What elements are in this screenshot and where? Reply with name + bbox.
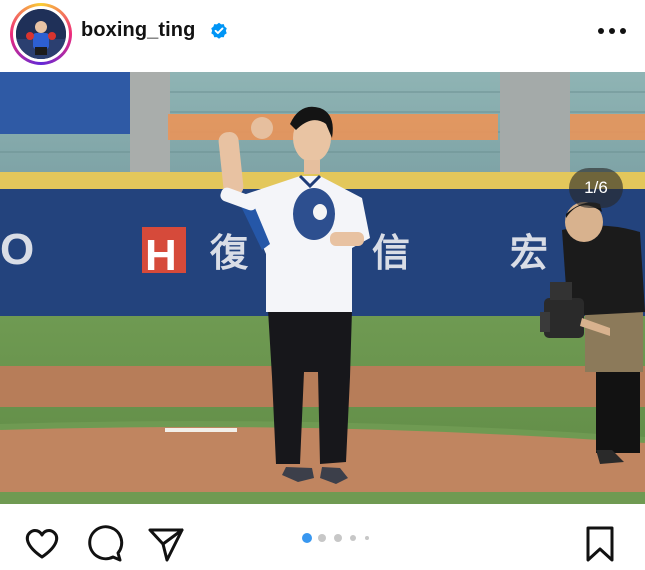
signage-brand-letter: H [145, 231, 177, 280]
username[interactable]: boxing_ting [81, 19, 195, 42]
carousel-dot[interactable] [350, 535, 356, 541]
post-photo: O H 復 信 宏 [0, 72, 645, 504]
post-image[interactable]: O H 復 信 宏 1/6 [0, 72, 645, 504]
heart-icon[interactable] [22, 524, 62, 564]
send-paper-plane-icon[interactable] [146, 524, 186, 564]
bookmark-icon[interactable] [580, 524, 620, 564]
post-header: boxing_ting [0, 0, 645, 72]
comment-bubble-icon[interactable] [84, 524, 124, 564]
signage-mid-text: 信 [372, 231, 410, 275]
signage-left-text: O [0, 225, 34, 274]
signage-brand-text: 復 [209, 231, 249, 275]
carousel-dot[interactable] [334, 534, 342, 542]
avatar-image [16, 9, 66, 59]
avatar[interactable] [10, 3, 72, 65]
slide-counter: 1/6 [569, 168, 623, 208]
carousel-dot-active[interactable] [302, 533, 312, 543]
signage-right-text: 宏 [510, 231, 548, 275]
carousel-dot[interactable] [365, 536, 369, 540]
avatar-border [13, 6, 69, 62]
verified-badge-icon [211, 22, 227, 39]
more-options-icon[interactable] [597, 26, 627, 36]
carousel-dot[interactable] [318, 534, 326, 542]
